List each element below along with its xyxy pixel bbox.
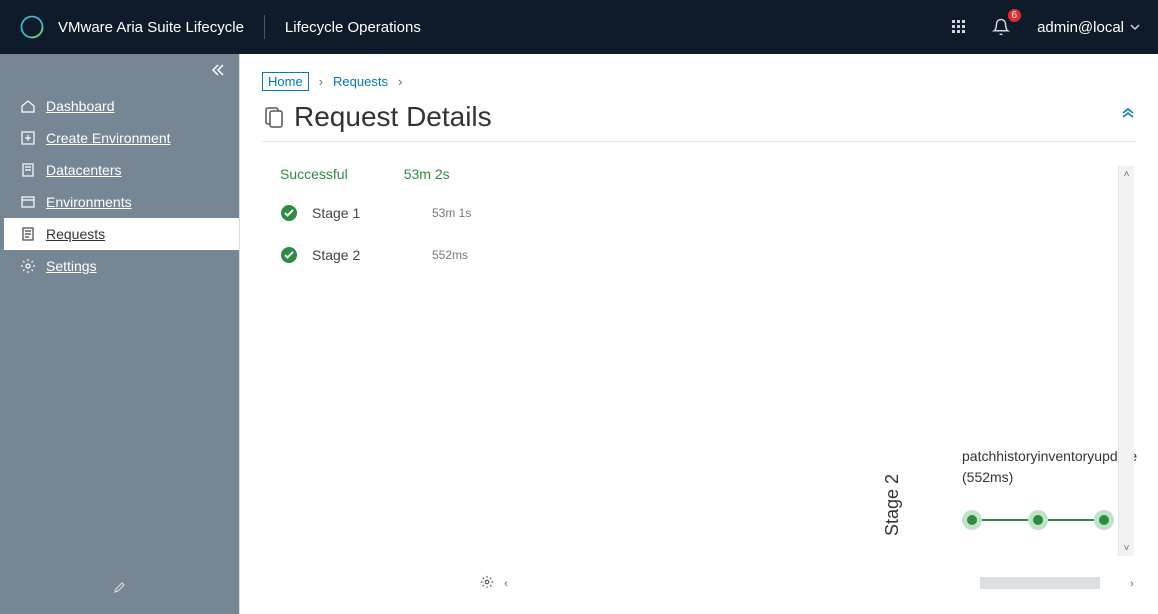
sidebar-item-create-environment[interactable]: Create Environment — [0, 122, 239, 154]
flow-node[interactable] — [962, 510, 982, 530]
sidebar-item-label: Requests — [46, 226, 105, 242]
page-title: Request Details — [294, 101, 1120, 133]
check-circle-icon — [280, 246, 298, 264]
sidebar-item-label: Dashboard — [46, 98, 115, 114]
sidebar-item-environments[interactable]: Environments — [0, 186, 239, 218]
notification-badge: 6 — [1008, 9, 1022, 22]
sidebar-item-datacenters[interactable]: Datacenters — [0, 154, 239, 186]
horizontal-scrollbar[interactable]: ‹ › — [480, 576, 1140, 592]
flow-edge — [982, 519, 1028, 521]
user-label: admin@local — [1037, 19, 1124, 36]
requests-icon — [20, 226, 36, 242]
sidebar-item-label: Datacenters — [46, 162, 121, 178]
breadcrumb-requests[interactable]: Requests — [333, 74, 388, 89]
overall-status-row: Successful 53m 2s — [280, 166, 492, 182]
sidebar-collapse-icon[interactable] — [209, 62, 225, 83]
flow-node[interactable] — [1094, 510, 1114, 530]
overall-duration: 53m 2s — [404, 166, 450, 182]
task-duration: (552ms) — [962, 469, 1013, 485]
environments-icon — [20, 194, 36, 210]
task-name: patchhistoryinventoryupdate — [962, 448, 1137, 464]
stage-row[interactable]: Stage 1 53m 1s — [280, 204, 492, 222]
scroll-track[interactable] — [1119, 182, 1134, 540]
scroll-up-icon[interactable]: ˄ — [1119, 166, 1134, 182]
notifications-icon[interactable]: 6 — [987, 13, 1015, 41]
sidebar-item-label: Create Environment — [46, 130, 171, 146]
stage-list: Successful 53m 2s Stage 1 53m 1s Stage 2… — [262, 166, 492, 596]
chevron-right-icon: › — [398, 74, 402, 89]
diagram-task-title: patchhistoryinventoryupdate (552ms) — [962, 446, 1137, 488]
pin-icon[interactable] — [112, 579, 128, 600]
apps-grid-icon[interactable] — [945, 13, 973, 41]
stage-duration: 53m 1s — [432, 206, 492, 220]
header-divider — [264, 15, 265, 39]
overall-status: Successful — [280, 166, 348, 182]
chevron-down-icon — [1130, 22, 1140, 32]
request-details-icon — [262, 105, 286, 129]
create-icon — [20, 130, 36, 146]
chevron-right-icon: › — [319, 74, 323, 89]
product-name: VMware Aria Suite Lifecycle — [58, 19, 244, 36]
stage-row[interactable]: Stage 2 552ms — [280, 246, 492, 264]
diagram-flow — [962, 510, 1114, 530]
flow-node[interactable] — [1028, 510, 1048, 530]
main-content: Home › Requests › Request Details Succes… — [240, 54, 1158, 614]
scroll-left-icon[interactable]: ‹ — [498, 578, 514, 590]
diagram-stage-label: Stage 2 — [882, 474, 903, 536]
flow-edge — [1048, 519, 1094, 521]
scroll-down-icon[interactable]: ˅ — [1119, 540, 1134, 556]
scroll-thumb[interactable] — [980, 577, 1100, 589]
check-circle-icon — [280, 204, 298, 222]
sidebar-item-label: Settings — [46, 258, 97, 274]
stage-duration: 552ms — [432, 248, 492, 262]
stage-name: Stage 2 — [312, 247, 418, 263]
diagram-settings-gear-icon[interactable] — [480, 575, 494, 594]
scroll-track[interactable] — [514, 576, 1124, 592]
product-brand: VMware Aria Suite Lifecycle — [18, 13, 244, 41]
gear-icon — [20, 258, 36, 274]
app-header: VMware Aria Suite Lifecycle Lifecycle Op… — [0, 0, 1158, 54]
home-icon — [20, 98, 36, 114]
sidebar-item-requests[interactable]: Requests — [0, 218, 239, 250]
sidebar: Dashboard Create Environment Datacenters… — [0, 54, 240, 614]
scroll-right-icon[interactable]: › — [1124, 578, 1140, 590]
brand-logo-icon — [18, 13, 46, 41]
stage-name: Stage 1 — [312, 205, 418, 221]
sidebar-item-label: Environments — [46, 194, 132, 210]
collapse-up-icon[interactable] — [1120, 107, 1136, 128]
page-title-row: Request Details — [262, 101, 1136, 142]
user-menu[interactable]: admin@local — [1037, 19, 1140, 36]
breadcrumb-home[interactable]: Home — [262, 72, 309, 91]
sidebar-item-dashboard[interactable]: Dashboard — [0, 90, 239, 122]
section-name: Lifecycle Operations — [285, 19, 421, 36]
stage-diagram: Stage 2 patchhistoryinventoryupdate (552… — [492, 166, 1136, 596]
datacenter-icon — [20, 162, 36, 178]
breadcrumb: Home › Requests › — [262, 72, 1136, 91]
vertical-scrollbar[interactable]: ˄ ˅ — [1118, 166, 1134, 556]
sidebar-item-settings[interactable]: Settings — [0, 250, 239, 282]
